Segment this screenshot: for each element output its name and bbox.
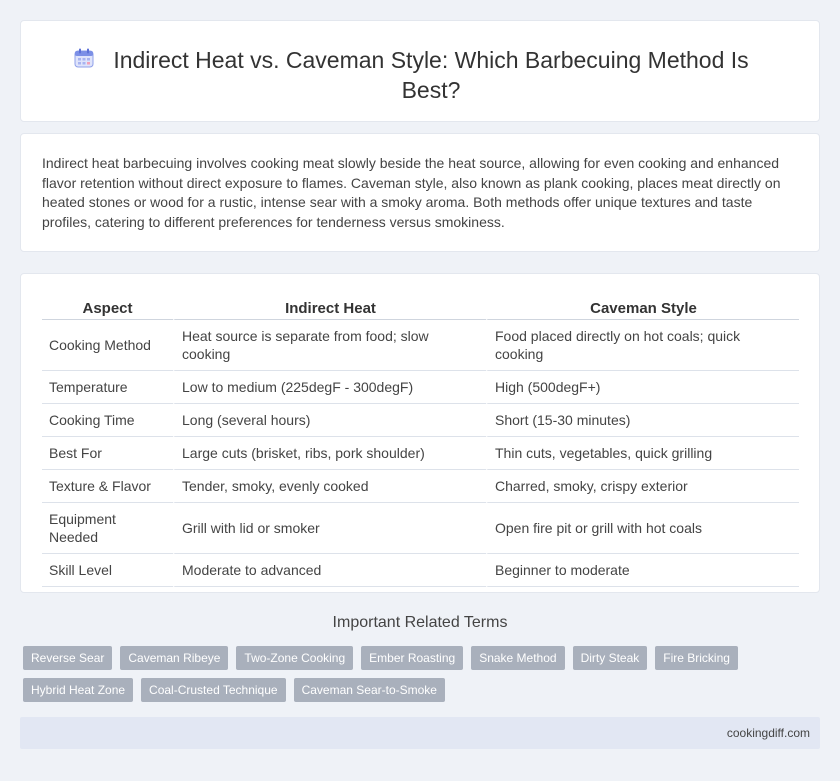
tag-ember-roasting[interactable]: Ember Roasting [361,646,464,670]
row-caveman-style: High (500degF+) [486,371,799,404]
related-terms-tags: Reverse Sear Caveman Ribeye Two-Zone Coo… [23,646,823,710]
column-header-aspect: Aspect [42,296,173,320]
tag-dirty-steak[interactable]: Dirty Steak [572,646,648,670]
table-row: Best For Large cuts (brisket, ribs, pork… [42,437,799,470]
row-caveman-style: Short (15-30 minutes) [486,404,799,437]
table-row: Texture & Flavor Tender, smoky, evenly c… [42,470,799,503]
page-title: Indirect Heat vs. Caveman Style: Which B… [113,47,749,103]
row-aspect: Texture & Flavor [42,470,173,503]
tag-two-zone-cooking[interactable]: Two-Zone Cooking [236,646,354,670]
footer-site-link[interactable]: cookingdiff.com [727,726,810,740]
row-aspect: Skill Level [42,554,173,587]
row-caveman-style: Food placed directly on hot coals; quick… [486,320,799,371]
related-terms-heading: Important Related Terms [332,614,508,631]
row-indirect-heat: Grill with lid or smoker [173,503,486,554]
row-aspect: Cooking Method [42,320,173,371]
column-header-caveman-style: Caveman Style [486,296,799,320]
row-indirect-heat: Moderate to advanced [173,554,486,587]
tag-reverse-sear[interactable]: Reverse Sear [23,646,113,670]
tag-fire-bricking[interactable]: Fire Bricking [655,646,738,670]
row-aspect: Best For [42,437,173,470]
comparison-table: Aspect Indirect Heat Caveman Style Cooki… [42,296,799,587]
row-caveman-style: Thin cuts, vegetables, quick grilling [486,437,799,470]
column-header-indirect-heat: Indirect Heat [173,296,486,320]
row-aspect: Cooking Time [42,404,173,437]
row-indirect-heat: Low to medium (225degF - 300degF) [173,371,486,404]
table-row: Temperature Low to medium (225degF - 300… [42,371,799,404]
tag-snake-method[interactable]: Snake Method [471,646,565,670]
footer: cookingdiff.com [20,717,820,749]
table-row: Cooking Time Long (several hours) Short … [42,404,799,437]
tag-caveman-ribeye[interactable]: Caveman Ribeye [120,646,229,670]
row-indirect-heat: Long (several hours) [173,404,486,437]
tag-hybrid-heat-zone[interactable]: Hybrid Heat Zone [23,678,134,702]
row-caveman-style: Open fire pit or grill with hot coals [486,503,799,554]
table-row: Cooking Method Heat source is separate f… [42,320,799,371]
row-aspect: Equipment Needed [42,503,173,554]
table-row: Skill Level Moderate to advanced Beginne… [42,554,799,587]
tag-coal-crusted-technique[interactable]: Coal-Crusted Technique [141,678,286,702]
intro-card: Indirect heat barbecuing involves cookin… [20,133,820,252]
tag-caveman-sear-to-smoke[interactable]: Caveman Sear-to-Smoke [293,678,445,702]
table-header-row: Aspect Indirect Heat Caveman Style [42,296,799,320]
header-card: Indirect Heat vs. Caveman Style: Which B… [20,20,820,122]
row-caveman-style: Charred, smoky, crispy exterior [486,470,799,503]
row-caveman-style: Beginner to moderate [486,554,799,587]
row-indirect-heat: Heat source is separate from food; slow … [173,320,486,371]
row-indirect-heat: Tender, smoky, evenly cooked [173,470,486,503]
row-aspect: Temperature [42,371,173,404]
row-indirect-heat: Large cuts (brisket, ribs, pork shoulder… [173,437,486,470]
intro-paragraph: Indirect heat barbecuing involves cookin… [42,155,781,230]
comparison-card: Aspect Indirect Heat Caveman Style Cooki… [20,273,820,593]
table-row: Equipment Needed Grill with lid or smoke… [42,503,799,554]
